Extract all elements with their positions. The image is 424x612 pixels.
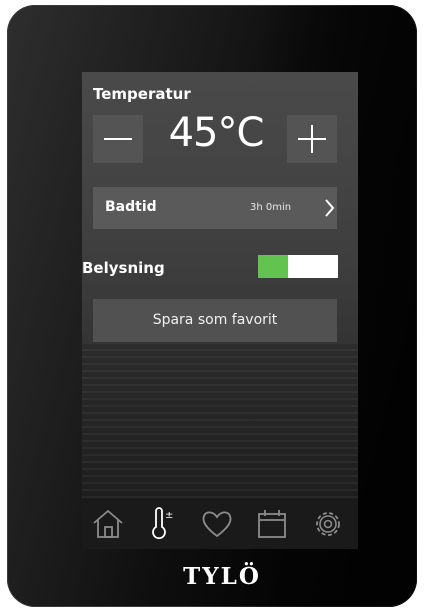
bath-time-row[interactable]: Badtid 3h 0min <box>93 187 337 229</box>
nav-settings[interactable] <box>310 507 346 541</box>
bath-time-label: Badtid <box>105 199 157 215</box>
nav-schedule[interactable] <box>254 507 290 541</box>
chevron-right-icon <box>325 199 335 217</box>
minus-icon <box>104 138 132 140</box>
bottom-nav: ± <box>82 499 358 549</box>
temperature-value: 45°C <box>168 110 265 156</box>
increase-temperature-button[interactable] <box>287 115 337 163</box>
settings-icon <box>316 512 340 536</box>
nav-favorites[interactable] <box>199 507 235 541</box>
control-panel-device: Temperatur 45°C Badtid 3h 0min Belysning… <box>7 5 417 607</box>
calendar-icon <box>258 510 286 538</box>
home-icon <box>93 509 123 538</box>
heart-icon <box>202 511 232 538</box>
decrease-temperature-button[interactable] <box>93 115 143 163</box>
thermometer-icon: ± <box>152 507 173 540</box>
lighting-label: Belysning <box>82 259 165 277</box>
toggle-on-indicator <box>258 255 288 278</box>
nav-temperature[interactable]: ± <box>144 507 180 541</box>
bath-time-value: 3h 0min <box>250 202 292 213</box>
water-background <box>82 342 358 502</box>
svg-text:±: ± <box>165 510 173 521</box>
temperature-label: Temperatur <box>93 85 191 103</box>
touch-screen: Temperatur 45°C Badtid 3h 0min Belysning… <box>82 72 358 549</box>
lighting-toggle[interactable] <box>258 255 338 278</box>
nav-home[interactable] <box>90 507 126 541</box>
brand-logo: TYLÖ <box>183 563 261 590</box>
save-favorite-button[interactable]: Spara som favorit <box>93 299 337 342</box>
